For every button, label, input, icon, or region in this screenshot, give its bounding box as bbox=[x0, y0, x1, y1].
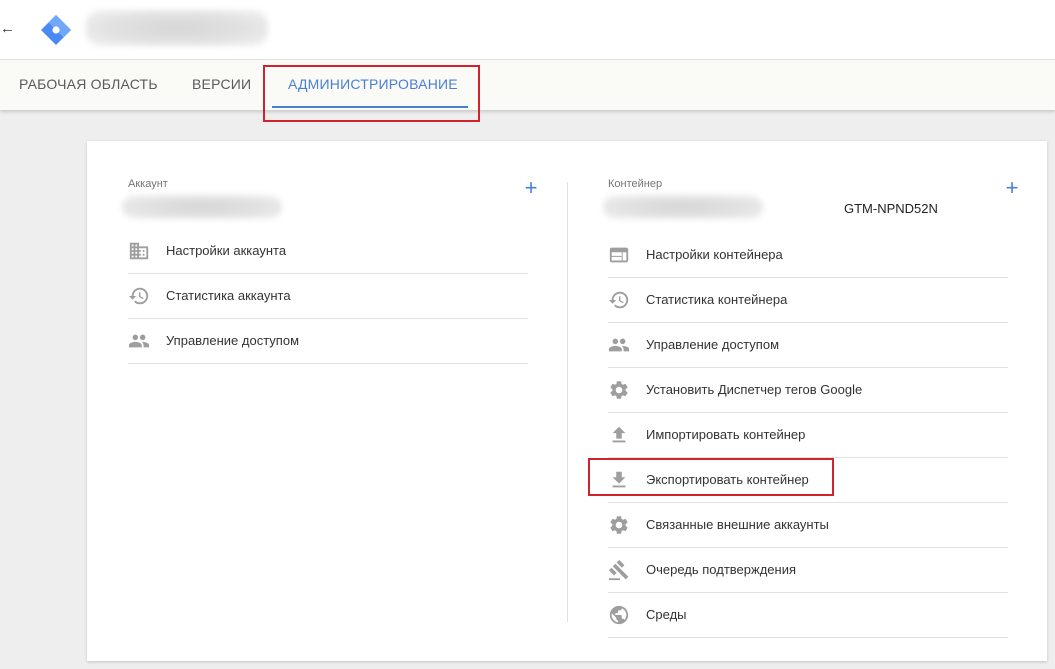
container-activity-label: Статистика контейнера bbox=[646, 292, 788, 307]
container-section-label: Контейнер bbox=[608, 178, 663, 190]
install-gtm-item[interactable]: Установить Диспетчер тегов Google bbox=[608, 368, 1008, 413]
linked-accounts-item[interactable]: Связанные внешние аккаунты bbox=[608, 503, 1008, 548]
add-account-icon[interactable]: + bbox=[523, 177, 539, 199]
people-icon bbox=[608, 334, 630, 356]
download-icon bbox=[608, 469, 630, 491]
account-activity-label: Статистика аккаунта bbox=[166, 288, 291, 303]
container-user-management-label: Управление доступом bbox=[646, 337, 780, 352]
account-user-management-label: Управление доступом bbox=[166, 333, 300, 348]
export-container-item[interactable]: Экспортировать контейнер bbox=[608, 458, 1008, 503]
history-icon bbox=[128, 285, 150, 307]
tab-versions[interactable]: ВЕРСИИ bbox=[192, 60, 251, 108]
top-bar: ← bbox=[0, 0, 1055, 60]
approval-queue-label: Очередь подтверждения bbox=[646, 562, 796, 577]
container-user-management-item[interactable]: Управление доступом bbox=[608, 323, 1008, 368]
install-gtm-label: Установить Диспетчер тегов Google bbox=[646, 382, 863, 397]
history-icon bbox=[608, 289, 630, 311]
browser-window-icon bbox=[608, 244, 630, 266]
building-icon bbox=[128, 240, 150, 262]
gtm-logo-icon bbox=[41, 15, 71, 45]
container-id: GTM-NPND52N bbox=[844, 201, 938, 216]
account-user-management-item[interactable]: Управление доступом bbox=[128, 319, 528, 364]
gear-icon bbox=[608, 514, 630, 536]
account-settings-label: Настройки аккаунта bbox=[166, 243, 287, 258]
account-settings-item[interactable]: Настройки аккаунта bbox=[128, 229, 528, 274]
account-name-value-redacted bbox=[122, 195, 282, 219]
tab-admin[interactable]: АДМИНИСТРИРОВАНИЕ bbox=[288, 60, 458, 108]
account-name-redacted bbox=[86, 10, 268, 46]
container-activity-item[interactable]: Статистика контейнера bbox=[608, 278, 1008, 323]
account-activity-item[interactable]: Статистика аккаунта bbox=[128, 274, 528, 319]
gavel-icon bbox=[608, 559, 630, 581]
active-tab-indicator bbox=[272, 106, 468, 108]
approval-queue-item[interactable]: Очередь подтверждения bbox=[608, 548, 1008, 593]
container-name-redacted bbox=[603, 195, 763, 219]
column-divider bbox=[567, 182, 568, 622]
import-container-label: Импортировать контейнер bbox=[646, 427, 806, 442]
import-container-item[interactable]: Импортировать контейнер bbox=[608, 413, 1008, 458]
back-arrow-icon[interactable]: ← bbox=[0, 19, 16, 39]
people-icon bbox=[128, 330, 150, 352]
linked-accounts-label: Связанные внешние аккаунты bbox=[646, 517, 829, 532]
add-container-icon[interactable]: + bbox=[1004, 177, 1020, 199]
container-settings-label: Настройки контейнера bbox=[646, 247, 783, 262]
gear-icon bbox=[608, 379, 630, 401]
upload-icon bbox=[608, 424, 630, 446]
environments-label: Среды bbox=[646, 607, 687, 622]
environments-item[interactable]: Среды bbox=[608, 593, 1008, 638]
tab-workspace[interactable]: РАБОЧАЯ ОБЛАСТЬ bbox=[19, 60, 158, 108]
account-section-label: Аккаунт bbox=[128, 178, 168, 190]
export-container-label: Экспортировать контейнер bbox=[646, 472, 809, 487]
tab-bar: РАБОЧАЯ ОБЛАСТЬ ВЕРСИИ АДМИНИСТРИРОВАНИЕ bbox=[0, 60, 1055, 110]
globe-icon bbox=[608, 604, 630, 626]
container-settings-item[interactable]: Настройки контейнера bbox=[608, 233, 1008, 278]
